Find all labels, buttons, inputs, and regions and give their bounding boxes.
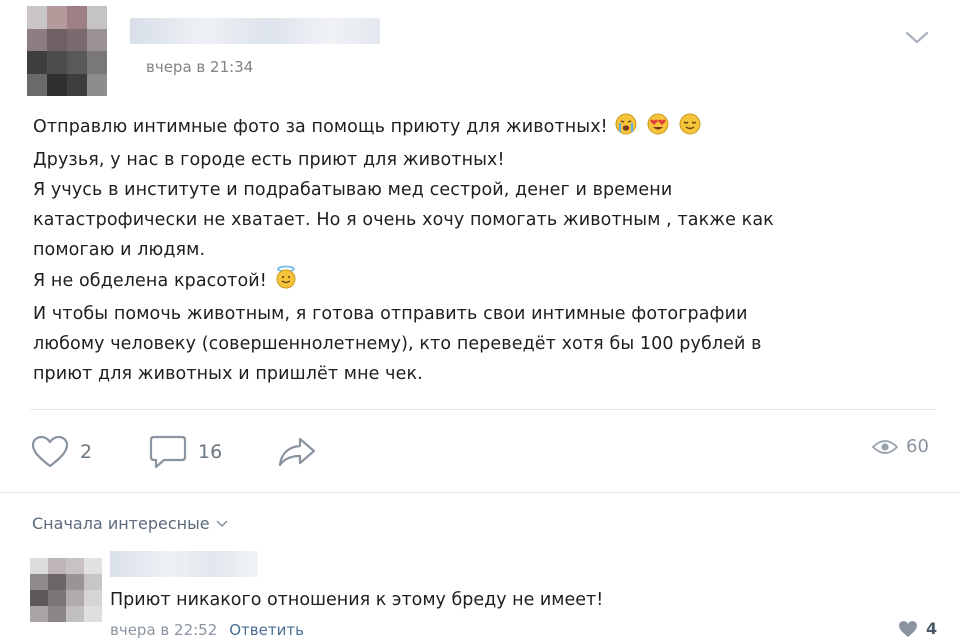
post-line: катастрофически не хватает. Но я очень х… <box>33 210 774 230</box>
post-line: приют для животных и пришлёт мне чек. <box>33 364 423 384</box>
comment-sort-dropdown[interactable]: Сначала интересные <box>32 514 228 533</box>
comment-text: Приют никакого отношения к этому бреду н… <box>110 590 604 610</box>
comment-icon <box>149 435 187 469</box>
sort-label: Сначала интересные <box>32 514 210 533</box>
heart-icon <box>899 620 917 637</box>
post-line: любому человеку (совершеннолетнему), кто… <box>33 334 762 354</box>
divider <box>30 409 936 410</box>
like-button[interactable]: 2 <box>30 432 92 472</box>
like-count: 2 <box>80 441 93 463</box>
comment-meta: вчера в 22:52 Ответить <box>110 621 304 639</box>
halo-face-emoji <box>275 265 297 299</box>
share-arrow-icon <box>278 437 316 467</box>
comment-like-count: 4 <box>926 619 938 638</box>
comment-timestamp[interactable]: вчера в 22:52 <box>110 621 217 639</box>
reply-link[interactable]: Ответить <box>229 621 304 639</box>
post-line: Отправлю интимные фото за помощь приюту … <box>33 112 913 145</box>
crying-face-emoji <box>615 113 637 145</box>
post-line: Я не обделена красотой! <box>33 265 913 299</box>
author-name-blurred[interactable] <box>130 18 380 44</box>
divider <box>0 492 960 493</box>
post-line: Я учусь в институте и подрабатываю мед с… <box>33 180 673 200</box>
heart-eyes-emoji <box>645 113 671 145</box>
share-button[interactable] <box>276 432 318 472</box>
post-line: Друзья, у нас в городе есть приют для жи… <box>33 150 505 170</box>
post-line: помогаю и людям. <box>33 240 206 260</box>
comment-button[interactable]: 16 <box>148 432 222 472</box>
relieved-face-emoji <box>679 113 701 145</box>
post-text: Отправлю интимные фото за помощь приюту … <box>33 112 913 389</box>
author-avatar[interactable] <box>27 6 107 96</box>
post-timestamp[interactable]: вчера в 21:34 <box>146 58 253 76</box>
comment-like-button[interactable]: 4 <box>898 619 937 638</box>
views-count: 60 <box>906 436 929 457</box>
eye-icon <box>872 439 898 454</box>
commenter-avatar[interactable] <box>30 558 102 622</box>
chevron-down-icon <box>216 520 227 527</box>
chevron-down-icon[interactable] <box>904 30 930 46</box>
commenter-name-blurred[interactable] <box>110 551 258 577</box>
post-line: И чтобы помочь животным, я готова отправ… <box>33 304 748 324</box>
views-counter: 60 <box>872 436 929 457</box>
comment-count: 16 <box>198 441 223 463</box>
heart-icon <box>31 435 69 468</box>
